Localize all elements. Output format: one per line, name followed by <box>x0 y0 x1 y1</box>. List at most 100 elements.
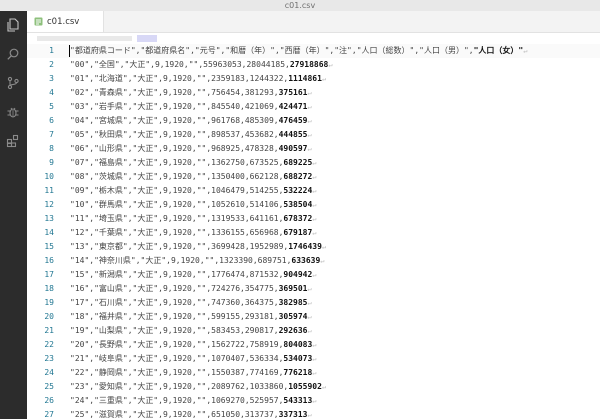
line-text: "21","岐阜県","大正",9,1920,"",1070407,536334… <box>70 352 317 366</box>
line-fields: "00","全国","大正",9,1920,"",55963053,280441… <box>70 60 290 69</box>
editor-line[interactable]: 16 "14","神奈川県","大正",9,1920,"",1323390,689… <box>27 254 600 268</box>
eol-marker: ↵ <box>307 145 312 153</box>
editor-line[interactable]: 12 "10","群馬県","大正",9,1920,"",1052610,5141… <box>27 198 600 212</box>
line-last-field: 1055902 <box>288 382 322 391</box>
line-fields: "20","長野県","大正",9,1920,"",1562722,758919… <box>70 340 284 349</box>
line-text: "11","埼玉県","大正",9,1920,"",1319533,641161… <box>70 212 317 226</box>
editor-line[interactable]: 25 "23","愛知県","大正",9,1920,"",2089762,1033… <box>27 380 600 394</box>
editor-line[interactable]: 26 "24","三重県","大正",9,1920,"",1069270,5259… <box>27 394 600 408</box>
line-last-field: 369501 <box>278 284 308 293</box>
search-icon[interactable] <box>4 45 22 63</box>
extensions-icon[interactable] <box>4 132 22 150</box>
eol-marker: ↵ <box>328 61 333 69</box>
line-fields: "16","富山県","大正",9,1920,"",724276,354775, <box>70 284 279 293</box>
line-text: "09","栃木県","大正",9,1920,"",1046479,514255… <box>70 184 317 198</box>
eol-marker: ↵ <box>312 187 317 195</box>
eol-marker: ↵ <box>312 229 317 237</box>
line-number: 16 <box>44 256 54 265</box>
eol-marker: ↵ <box>307 89 312 97</box>
line-last-field: 633639 <box>291 256 321 265</box>
line-number: 20 <box>44 312 54 321</box>
editor-line[interactable]: 5 "03","岩手県","大正",9,1920,"",845540,421069… <box>27 100 600 114</box>
line-last-field: 444855 <box>278 130 308 139</box>
editor-line[interactable]: 19 "17","石川県","大正",9,1920,"",747360,36437… <box>27 296 600 310</box>
editor-line[interactable]: 9 "07","福島県","大正",9,1920,"",1362750,67352… <box>27 156 600 170</box>
eol-marker: ↵ <box>307 299 312 307</box>
line-fields: "17","石川県","大正",9,1920,"",747360,364375, <box>70 298 279 307</box>
editor-line[interactable]: 11 "09","栃木県","大正",9,1920,"",1046479,5142… <box>27 184 600 198</box>
line-number: 19 <box>44 298 54 307</box>
line-number: 22 <box>44 340 54 349</box>
line-text: "14","神奈川県","大正",9,1920,"",1323390,68975… <box>70 254 325 268</box>
editor-line[interactable]: 8 "06","山形県","大正",9,1920,"",968925,478328… <box>27 142 600 156</box>
line-number: 8 <box>49 144 54 153</box>
line-fields: "01","北海道","大正",9,1920,"",2359183,124432… <box>70 74 289 83</box>
line-text: "12","千葉県","大正",9,1920,"",1336155,656968… <box>70 226 317 240</box>
editor-line[interactable]: 21 "19","山梨県","大正",9,1920,"",583453,29081… <box>27 324 600 338</box>
eol-marker: ↵ <box>321 75 327 83</box>
line-last-field: 689225 <box>283 158 313 167</box>
eol-marker: ↵ <box>312 271 317 279</box>
source-control-icon[interactable] <box>4 74 22 92</box>
line-text: "07","福島県","大正",9,1920,"",1362750,673525… <box>70 156 317 170</box>
editor-line[interactable]: 13 "11","埼玉県","大正",9,1920,"",1319533,6411… <box>27 212 600 226</box>
line-text: "16","富山県","大正",9,1920,"",724276,354775,… <box>70 282 312 296</box>
editor-line[interactable]: 1 "都道府県コード","都道府県名","元号","和暦（年）","西暦（年）",… <box>27 44 600 58</box>
line-text: "04","宮城県","大正",9,1920,"",961768,485309,… <box>70 114 312 128</box>
eol-marker: ↵ <box>312 159 317 167</box>
line-number: 25 <box>44 382 54 391</box>
breadcrumb[interactable] <box>27 33 600 44</box>
line-number: 9 <box>49 158 54 167</box>
line-fields: "09","栃木県","大正",9,1920,"",1046479,514255… <box>70 186 284 195</box>
line-last-field: 679187 <box>283 228 313 237</box>
line-last-field: 538504 <box>283 200 313 209</box>
line-fields: "06","山形県","大正",9,1920,"",968925,478328, <box>70 144 279 153</box>
line-text: "22","静岡県","大正",9,1920,"",1550387,774169… <box>70 366 317 380</box>
editor-line[interactable]: 27 "25","滋賀県","大正",9,1920,"",651050,31373… <box>27 408 600 419</box>
line-text: "03","岩手県","大正",9,1920,"",845540,421069,… <box>70 100 312 114</box>
line-text: "08","茨城県","大正",9,1920,"",1350400,662128… <box>70 170 317 184</box>
tab-c01-csv[interactable]: c01.csv <box>27 11 104 32</box>
editor-line[interactable]: 22 "20","長野県","大正",9,1920,"",1562722,7589… <box>27 338 600 352</box>
editor-line[interactable]: 18 "16","富山県","大正",9,1920,"",724276,35477… <box>27 282 600 296</box>
line-fields: "07","福島県","大正",9,1920,"",1362750,673525… <box>70 158 284 167</box>
line-number: 6 <box>49 116 54 125</box>
eol-marker: ↵ <box>312 369 317 377</box>
editor-line[interactable]: 7 "05","秋田県","大正",9,1920,"",898537,453682… <box>27 128 600 142</box>
line-number: 10 <box>44 172 54 181</box>
line-number: 18 <box>44 284 54 293</box>
line-number: 13 <box>44 214 54 223</box>
debug-icon[interactable] <box>4 103 22 121</box>
line-number: 5 <box>49 102 54 111</box>
editor-line[interactable]: 2 "00","全国","大正",9,1920,"",55963053,28044… <box>27 58 600 72</box>
eol-marker: ↵ <box>307 313 312 321</box>
line-last-field: 776218 <box>283 368 313 377</box>
editor-line[interactable]: 3 "01","北海道","大正",9,1920,"",2359183,12443… <box>27 72 600 86</box>
line-fields: "02","青森県","大正",9,1920,"",756454,381293, <box>70 88 279 97</box>
line-text: "18","福井県","大正",9,1920,"",599155,293181,… <box>70 310 312 324</box>
editor-line[interactable]: 14 "12","千葉県","大正",9,1920,"",1336155,6569… <box>27 226 600 240</box>
editor-line[interactable]: 20 "18","福井県","大正",9,1920,"",599155,29318… <box>27 310 600 324</box>
tab-bar: c01.csv <box>27 11 600 33</box>
editor-line[interactable]: 24 "22","静岡県","大正",9,1920,"",1550387,7741… <box>27 366 600 380</box>
editor-line[interactable]: 17 "15","新潟県","大正",9,1920,"",1776474,8715… <box>27 268 600 282</box>
editor-line[interactable]: 10 "08","茨城県","大正",9,1920,"",1350400,6621… <box>27 170 600 184</box>
line-fields: "15","新潟県","大正",9,1920,"",1776474,871532… <box>70 270 284 279</box>
explorer-icon[interactable] <box>4 16 22 34</box>
line-text: "01","北海道","大正",9,1920,"",2359183,124432… <box>70 72 326 86</box>
window-title: c01.csv <box>284 1 316 10</box>
editor-line[interactable]: 15 "13","東京都","大正",9,1920,"",3699428,1952… <box>27 240 600 254</box>
line-number: 23 <box>44 354 54 363</box>
line-last-field: 337313 <box>278 410 308 419</box>
line-number: 3 <box>49 74 54 83</box>
line-fields: "14","神奈川県","大正",9,1920,"",1323390,68975… <box>70 256 292 265</box>
line-fields: "22","静岡県","大正",9,1920,"",1550387,774169… <box>70 368 284 377</box>
editor-line[interactable]: 6 "04","宮城県","大正",9,1920,"",961768,485309… <box>27 114 600 128</box>
editor-line[interactable]: 23 "21","岐阜県","大正",9,1920,"",1070407,5363… <box>27 352 600 366</box>
line-fields: "08","茨城県","大正",9,1920,"",1350400,662128… <box>70 172 284 181</box>
editor-pane[interactable]: 1 "都道府県コード","都道府県名","元号","和暦（年）","西暦（年）",… <box>27 44 600 419</box>
line-last-field: 292636 <box>278 326 308 335</box>
eol-marker: ↵ <box>321 243 327 251</box>
editor-line[interactable]: 4 "02","青森県","大正",9,1920,"",756454,381293… <box>27 86 600 100</box>
line-fields: "23","愛知県","大正",9,1920,"",2089762,103386… <box>70 382 289 391</box>
